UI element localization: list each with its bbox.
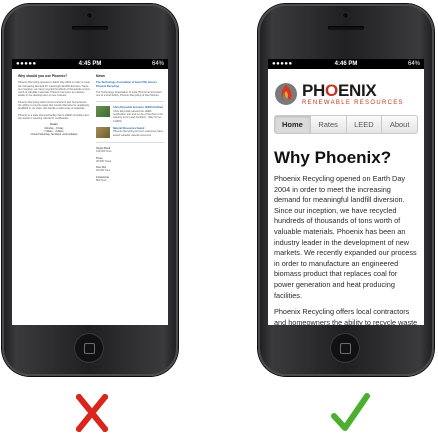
news-item-text: Phoenix Recycling and our customers have…	[113, 130, 163, 137]
main-column: Why should you use Phoenix? Phoenix Recy…	[18, 74, 90, 136]
battery-level: 64%	[151, 61, 164, 67]
news-column: News The Technology Association of Iowa …	[96, 74, 164, 185]
stat-item: Limestone 800 Tons	[96, 176, 164, 183]
phoenix-flame-icon	[275, 83, 297, 105]
stat-item: Iron Ore 30,000 Tons	[96, 166, 164, 173]
page-title: Why Phoenix?	[274, 148, 392, 167]
stat-item: Virgin Rock 160,000 Tons	[96, 147, 164, 154]
stat-value: 160,000 Tons	[96, 150, 112, 154]
front-camera	[343, 13, 348, 18]
paragraph: Phoenix Recycling offers local contracto…	[18, 100, 90, 111]
stat-item: Trees 25,000 Trees	[96, 157, 164, 164]
paragraph: Phoenix Recycling opened on Earth Day 20…	[18, 81, 90, 98]
mobile-page[interactable]: PHOENIX RENEWABLE RESOURCES Home Rates L…	[268, 69, 424, 325]
earpiece-speaker	[328, 26, 364, 30]
hours-line: Closed Saturday, Sundays, and Holidays	[30, 133, 78, 137]
battery-level: 64%	[407, 61, 420, 67]
logo-tagline: RENEWABLE RESOURCES	[302, 99, 404, 106]
status-time: 4:45 PM	[78, 61, 102, 67]
news-thumbnail	[96, 106, 110, 118]
earpiece-speaker	[72, 26, 108, 30]
news-link[interactable]: The Technology Association of Iowa (TAI)…	[96, 81, 164, 88]
news-item-text: Chris Reynolds passed the LEED certifica…	[113, 109, 163, 123]
status-time: 4:46 PM	[334, 61, 358, 67]
stat-value: 30,000 Tons	[96, 169, 111, 173]
home-button[interactable]	[74, 333, 104, 363]
news-text: The Technology Association of Iowa (TAI)…	[96, 90, 162, 98]
front-camera	[87, 13, 92, 18]
divider	[96, 141, 164, 143]
phone-screen[interactable]: ●●●●● 4:46 PM 64% PHOENIX RENEWABLE RESO…	[268, 59, 424, 325]
news-item[interactable]: Natural Resources Saved Phoenix Recyclin…	[96, 126, 164, 138]
nav-leed[interactable]: LEED	[345, 116, 382, 133]
hours-block: Hours Monday - Friday 7:30am - 4:30pm Cl…	[18, 123, 90, 136]
status-bar: ●●●●● 4:45 PM 64%	[12, 59, 168, 69]
nav-about[interactable]: About	[381, 116, 417, 133]
news-heading: News	[96, 74, 105, 78]
phone-right: ●●●●● 4:46 PM 64% PHOENIX RENEWABLE RESO…	[258, 4, 434, 376]
phone-screen[interactable]: ●●●●● 4:45 PM 64% Why should you use Pho…	[12, 59, 168, 325]
stat-value: 25,000 Trees	[96, 159, 112, 163]
phone-left: ●●●●● 4:45 PM 64% Why should you use Pho…	[2, 4, 178, 376]
stat-value: 800 Tons	[96, 179, 107, 183]
section-heading: Why should you use Phoenix?	[18, 74, 68, 78]
status-bar: ●●●●● 4:46 PM 64%	[268, 59, 424, 69]
nav-rates[interactable]: Rates	[309, 116, 346, 133]
desktop-page[interactable]: Why should you use Phoenix? Phoenix Recy…	[12, 69, 168, 182]
home-button[interactable]	[330, 333, 360, 363]
check-icon	[331, 393, 370, 431]
logo-wordmark: PHOENIX	[302, 80, 377, 100]
paragraph: Phoenix Recycling opened on Earth Day 20…	[274, 174, 417, 300]
cross-icon	[76, 394, 108, 432]
site-logo[interactable]: PHOENIX RENEWABLE RESOURCES	[268, 69, 424, 109]
nav-home[interactable]: Home	[275, 116, 310, 133]
main-nav: Home Rates LEED About	[274, 115, 418, 134]
paragraph: Phoenix Recycling offers local contracto…	[274, 307, 418, 325]
divider	[96, 101, 164, 103]
news-item[interactable]: Chris Reynolds becomes LEED Certified Ch…	[96, 106, 164, 123]
paragraph: Phoenix is a state licensed facility tha…	[18, 113, 89, 120]
news-thumbnail	[96, 126, 110, 138]
